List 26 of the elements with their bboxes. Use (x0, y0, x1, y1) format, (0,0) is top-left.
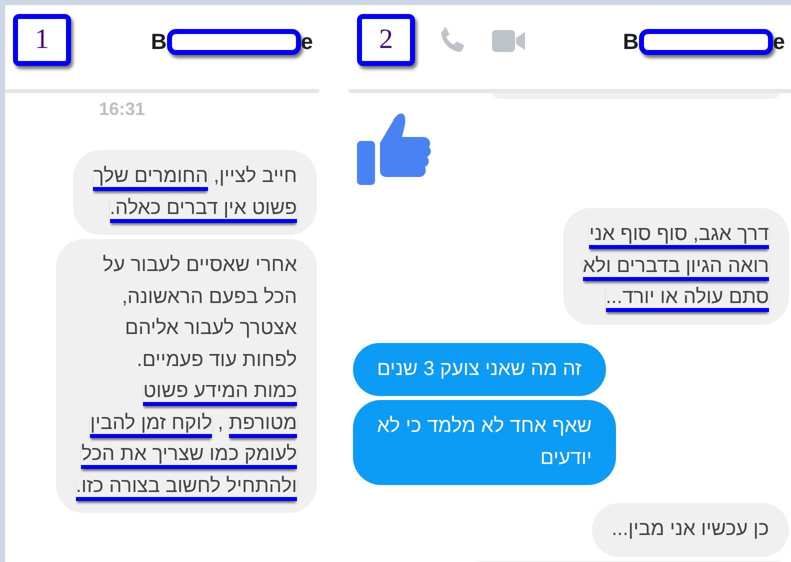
message-text: אצטרך לעבור אליהם (124, 316, 297, 341)
message-text: חייב לציין, החומרים שלך (93, 161, 297, 192)
message-text: כמות המידע פשוט (76, 376, 297, 408)
message-text: זה מה שאני צועק 3 שנים (377, 356, 582, 382)
message-text: דרך אגב, סוף סוף אני (582, 219, 769, 250)
contact-name: e (300, 29, 313, 55)
contact-name: B (150, 29, 167, 55)
message-text: שאף אחד לא מלמד כי לא (377, 414, 592, 439)
number-label: 1 (13, 14, 71, 66)
number-label: 2 (357, 14, 415, 66)
message-text: מטורפת , לוקח זמן להבין (76, 408, 297, 439)
message-text: סתם עולה או יורד... (582, 282, 769, 314)
thumbs-up-icon (357, 111, 431, 185)
timestamp: 16:31 (99, 99, 146, 120)
message-text: הכל בפעם הראשונה, (120, 284, 297, 310)
video-camera-icon[interactable] (491, 27, 527, 55)
message-text: רואה הגיון בדברים ולא (582, 250, 769, 282)
message-text: אחרי שאסיים לעבור על (102, 253, 297, 278)
contact-name: e (772, 29, 785, 55)
contact-name: B (622, 29, 639, 55)
message-text: ולהתחיל לחשוב בצורה כזו. (76, 470, 297, 502)
message-text: לעומק כמו שצריך את הכל (76, 439, 297, 470)
message-text: יודעים (539, 446, 592, 470)
message-text: לפחות עוד פעמיים. (136, 348, 297, 372)
message-text: פשוט אין דברים כאלה. (93, 192, 297, 224)
message-text: כן עכשיו אני מבין... (612, 517, 769, 542)
